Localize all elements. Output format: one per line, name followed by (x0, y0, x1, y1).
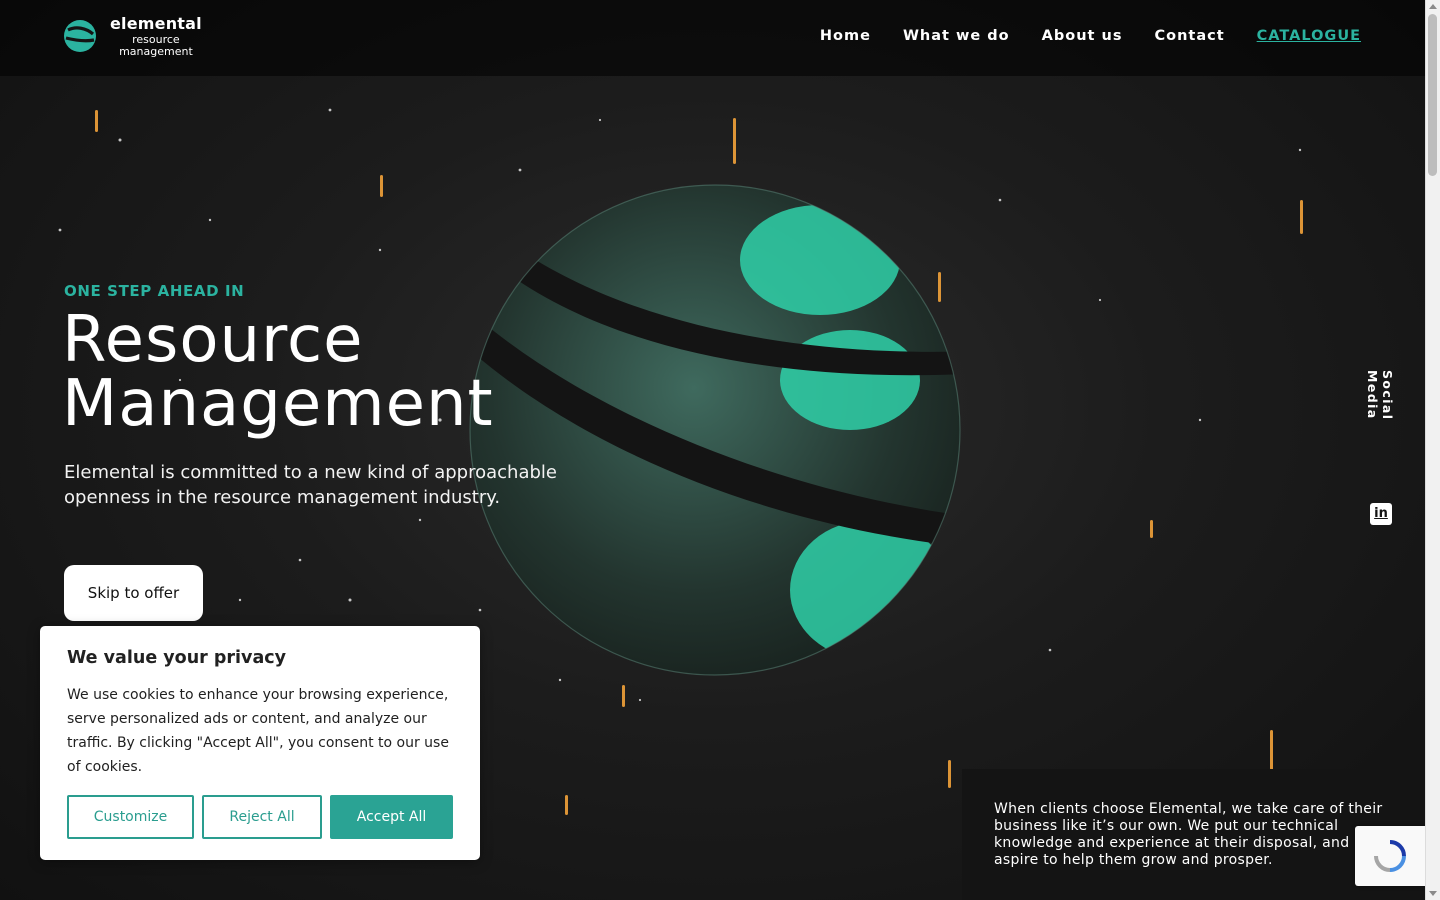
hero-subtitle: Elemental is committed to a new kind of … (64, 462, 557, 508)
social-media-label: Social Media (1365, 370, 1395, 421)
cookie-title: We value your privacy (67, 648, 287, 668)
nav-contact[interactable]: Contact (1154, 28, 1224, 44)
nav-about-us[interactable]: About us (1042, 28, 1123, 44)
nav-what-we-do[interactable]: What we do (903, 28, 1010, 44)
brand-logo[interactable]: elemental resource management (62, 14, 202, 58)
elemental-logo-icon (64, 20, 96, 52)
cookie-accept-all-button[interactable]: Accept All (330, 795, 453, 839)
hero-eyebrow: ONE STEP AHEAD IN (64, 282, 245, 300)
info-text: When clients choose Elemental, we take c… (994, 801, 1383, 868)
skip-to-offer-button[interactable]: Skip to offer (64, 565, 203, 621)
brand-line-1: elemental (110, 13, 202, 33)
main-nav: Home What we do About us Contact CATALOG… (820, 28, 1361, 44)
brand-line-3: management (119, 44, 193, 58)
cookie-reject-all-button[interactable]: Reject All (202, 795, 322, 839)
site-header: elemental resource management Home What … (0, 0, 1425, 76)
hero-title-line-1: Resource (62, 303, 364, 377)
brand-line-2: resource (132, 32, 180, 46)
scroll-down-arrow-icon[interactable] (1429, 891, 1437, 896)
page-scrollbar[interactable] (1425, 0, 1440, 900)
recaptcha-icon (1374, 840, 1406, 872)
recaptcha-badge[interactable] (1355, 826, 1425, 886)
nav-catalogue[interactable]: CATALOGUE (1257, 28, 1361, 44)
nav-home[interactable]: Home (820, 28, 871, 44)
linkedin-icon[interactable]: in (1370, 503, 1392, 525)
scroll-up-arrow-icon[interactable] (1429, 4, 1437, 9)
hero-title-line-2: Management (62, 367, 494, 441)
cookie-customize-button[interactable]: Customize (67, 795, 194, 839)
brand-wordmark: elemental resource management (110, 13, 202, 58)
cookie-body: We use cookies to enhance your browsing … (67, 687, 449, 775)
hero-title: Resource Management (62, 308, 662, 436)
cookie-consent-dialog: We value your privacy We use cookies to … (40, 626, 480, 860)
scroll-thumb[interactable] (1428, 14, 1437, 176)
